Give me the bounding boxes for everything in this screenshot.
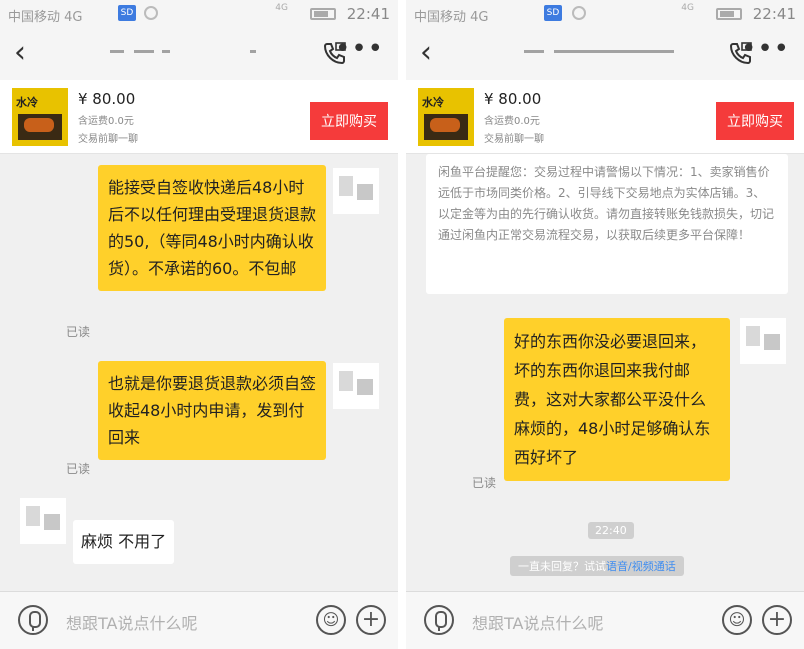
status-bar: 中国移动 4G SD 4G 22:41 <box>406 0 804 28</box>
title-bar: ‹ ••• <box>0 28 398 80</box>
battery-icon <box>716 8 742 20</box>
message-bubble-2[interactable]: 也就是你要退货退款必须自签收起48小时内申请，发到付回来 <box>98 361 326 460</box>
back-arrow-icon[interactable]: ‹ <box>420 38 432 68</box>
avatar[interactable] <box>333 363 379 409</box>
plus-icon[interactable]: + <box>762 605 792 635</box>
read-label: 已读 <box>472 476 497 490</box>
message-bubble-3[interactable]: 麻烦 不用了 <box>73 520 175 564</box>
plus-icon[interactable]: + <box>356 605 386 635</box>
read-label: 已读 <box>66 462 91 476</box>
network-label: 4G <box>275 3 288 13</box>
sim-icon: SD <box>118 5 136 21</box>
avatar[interactable] <box>740 318 786 364</box>
message-input[interactable]: 想跟TA说点什么呢 <box>472 610 603 634</box>
message-input[interactable]: 想跟TA说点什么呢 <box>66 610 197 634</box>
sync-icon <box>572 6 586 20</box>
title-bar: ‹ ••• <box>406 28 804 80</box>
product-price: ¥ 80.00 <box>78 90 136 108</box>
message-bubble-1[interactable]: 好的东西你没必要退回来，坏的东西你退回来我付邮费，这对大家都公平没什么麻烦的，4… <box>504 318 730 481</box>
microphone-icon[interactable] <box>424 605 454 635</box>
product-thumbnail[interactable]: 水冷 <box>418 88 474 146</box>
input-bar: 想跟TA说点什么呢 ☺ + <box>406 591 804 649</box>
reply-hint: 一直未回复？试试语音/视频通话 <box>510 556 684 576</box>
carrier-label: 中国移动 4G <box>8 10 83 25</box>
product-price: ¥ 80.00 <box>484 90 542 108</box>
avatar[interactable] <box>333 168 379 214</box>
voice-video-call-link[interactable]: 语音/视频通话 <box>606 560 676 573</box>
platform-notice: 闲鱼平台提醒您：交易过程中请警惕以下情况：1、卖家销售价远低于市场同类价格。2、… <box>426 154 788 294</box>
right-chat-screen: 中国移动 4G SD 4G 22:41 ‹ ••• 水冷 ¥ 80.00 含运费… <box>406 0 804 649</box>
buy-now-button[interactable]: 立即购买 <box>716 102 794 140</box>
message-bubble-1[interactable]: 能接受自签收快递后48小时后不以任何理由受理退货退款的50,（等同48小时内确认… <box>98 165 326 291</box>
message-text: 麻烦 不用了 <box>81 532 167 551</box>
contact-name-redacted <box>524 44 684 60</box>
read-label: 已读 <box>66 325 91 339</box>
message-timestamp: 22:40 <box>588 522 634 539</box>
product-thumbnail[interactable]: 水冷 <box>12 88 68 146</box>
chat-hint-label: 交易前聊一聊 <box>78 134 138 145</box>
message-text: 也就是你要退货退款必须自签收起48小时内申请，发到付回来 <box>108 374 317 447</box>
message-text: 好的东西你没必要退回来，坏的东西你退回来我付邮费，这对大家都公平没什么麻烦的，4… <box>514 332 711 467</box>
contact-name-redacted <box>110 44 280 60</box>
chat-hint-label: 交易前聊一聊 <box>484 134 544 145</box>
status-time: 22:41 <box>346 5 390 23</box>
shipping-label: 含运费0.0元 <box>78 116 134 127</box>
status-time: 22:41 <box>752 5 796 23</box>
sync-icon <box>144 6 158 20</box>
battery-icon <box>310 8 336 20</box>
carrier-label: 中国移动 4G <box>414 10 489 25</box>
buy-now-button[interactable]: 立即购买 <box>310 102 388 140</box>
more-dots-icon[interactable]: ••• <box>335 34 384 64</box>
more-dots-icon[interactable]: ••• <box>741 34 790 64</box>
back-arrow-icon[interactable]: ‹ <box>14 38 26 68</box>
emoji-icon[interactable]: ☺ <box>316 605 346 635</box>
thumbnail-text: 水冷 <box>16 96 38 109</box>
product-bar[interactable]: 水冷 ¥ 80.00 含运费0.0元 交易前聊一聊 立即购买 <box>406 80 804 154</box>
avatar[interactable] <box>20 498 66 544</box>
thumbnail-text: 水冷 <box>422 96 444 109</box>
product-bar[interactable]: 水冷 ¥ 80.00 含运费0.0元 交易前聊一聊 立即购买 <box>0 80 398 154</box>
reply-hint-text: 一直未回复？试试 <box>518 560 606 573</box>
network-label: 4G <box>681 3 694 13</box>
message-text: 能接受自签收快递后48小时后不以任何理由受理退货退款的50,（等同48小时内确认… <box>108 178 317 278</box>
input-bar: 想跟TA说点什么呢 ☺ + <box>0 591 398 649</box>
status-bar: 中国移动 4G SD 4G 22:41 <box>0 0 398 28</box>
notice-text: 闲鱼平台提醒您：交易过程中请警惕以下情况：1、卖家销售价远低于市场同类价格。2、… <box>438 165 775 242</box>
sim-icon: SD <box>544 5 562 21</box>
emoji-icon[interactable]: ☺ <box>722 605 752 635</box>
left-chat-screen: 中国移动 4G SD 4G 22:41 ‹ ••• 水冷 ¥ 80.00 含运费… <box>0 0 398 649</box>
microphone-icon[interactable] <box>18 605 48 635</box>
shipping-label: 含运费0.0元 <box>484 116 540 127</box>
